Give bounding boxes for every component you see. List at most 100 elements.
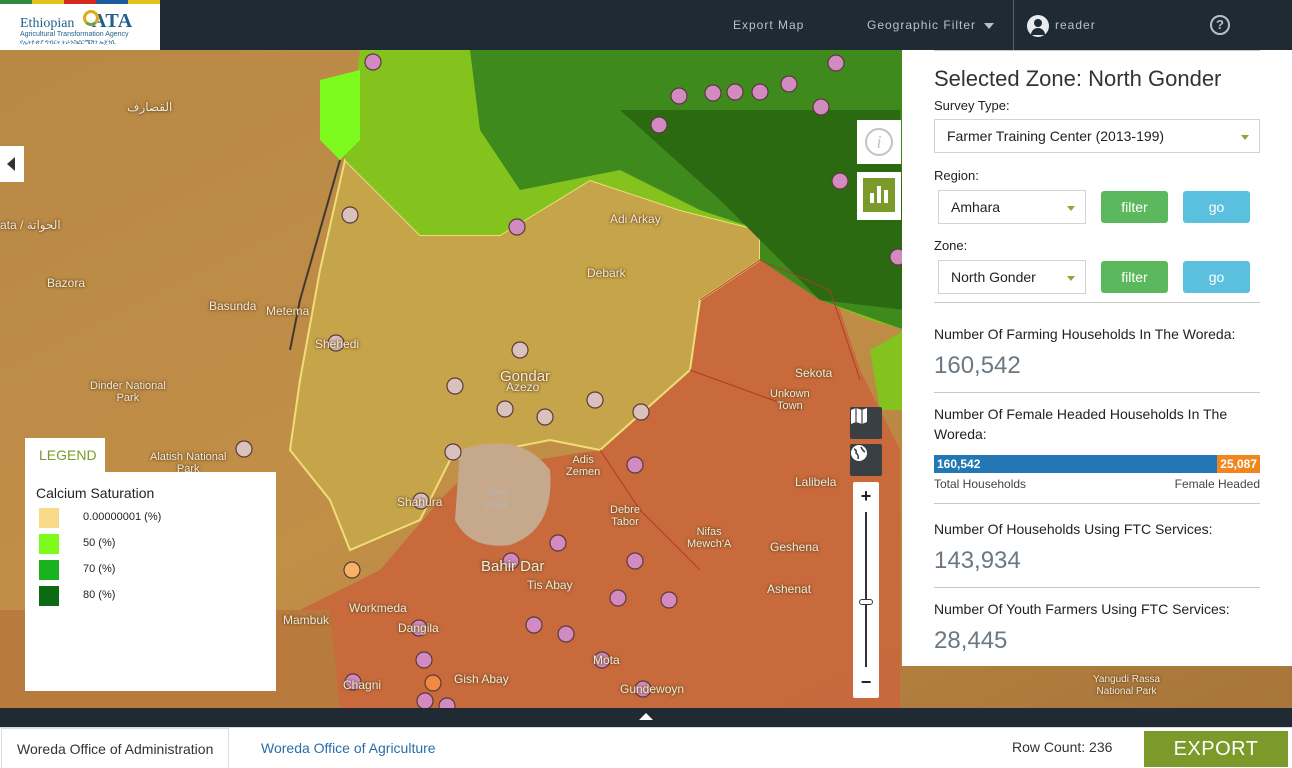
drawer-toggle-up-arrow-icon[interactable] xyxy=(0,708,1292,727)
legend-swatch xyxy=(39,586,59,606)
user-name: reader xyxy=(1055,18,1096,32)
farming-households-value: 160,542 xyxy=(934,352,1021,379)
basemap-button[interactable] xyxy=(850,444,882,476)
map-label-sekota: Sekota xyxy=(795,366,833,380)
divider xyxy=(934,392,1260,393)
user-menu[interactable]: reader xyxy=(1027,0,1096,50)
zoom-slider-track[interactable] xyxy=(865,512,867,667)
ftc-households-label: Number Of Households Using FTC Services: xyxy=(934,521,1213,537)
export-button[interactable]: EXPORT xyxy=(1144,731,1288,767)
map-label-chagni: Chagni xyxy=(343,678,382,692)
info-button[interactable]: i xyxy=(857,120,901,164)
region-select[interactable]: Amhara xyxy=(938,190,1086,224)
collapse-left-arrow-icon[interactable] xyxy=(0,146,24,182)
geographic-filter-dropdown[interactable]: Geographic Filter xyxy=(867,0,995,50)
survey-type-select[interactable]: Farmer Training Center (2013-199) xyxy=(934,119,1260,153)
households-bar: 160,542 25,087 xyxy=(934,455,1260,473)
map-label-lalibela: Lalibela xyxy=(795,475,837,489)
bottom-bar: Woreda Office of Administration Woreda O… xyxy=(0,727,1292,768)
chevron-down-icon xyxy=(1067,276,1075,281)
map-icon xyxy=(851,408,867,424)
map-label-tana-hayk: Tana Hayk xyxy=(485,487,508,511)
chart-button[interactable] xyxy=(857,172,901,220)
info-icon: i xyxy=(865,128,893,156)
map-label-mota: Mota xyxy=(593,653,620,667)
region-go-button[interactable]: go xyxy=(1183,191,1250,223)
map-label-workmeda: Workmeda xyxy=(349,601,407,615)
divider xyxy=(934,587,1260,588)
zone-label: Zone: xyxy=(934,238,968,253)
legend-panel: Calcium Saturation 0.00000001 (%) 50 (%)… xyxy=(25,472,276,691)
map-label-adis-zemen: Adis Zemen xyxy=(566,454,601,478)
ftc-households-value: 143,934 xyxy=(934,547,1021,574)
selected-zone-title: Selected Zone: North Gonder xyxy=(934,66,1222,91)
zoom-slider-handle[interactable] xyxy=(859,599,873,605)
map-label-basunda: Basunda xyxy=(209,299,257,313)
divider xyxy=(934,302,1260,303)
survey-type-label: Survey Type: xyxy=(934,98,1010,113)
zoom-in-button[interactable]: + xyxy=(853,486,879,508)
legend-label: 0.00000001 (%) xyxy=(83,511,162,523)
tab-woreda-agriculture[interactable]: Woreda Office of Agriculture xyxy=(246,728,451,768)
chevron-down-icon xyxy=(1241,135,1249,140)
map-label-gish-abay: Gish Abay xyxy=(454,672,509,686)
map-label-unkown-town: Unkown Town xyxy=(770,388,810,412)
map-label-hawata: ata / الحواتة xyxy=(0,218,61,232)
legend-label: 50 (%) xyxy=(83,537,116,549)
region-label: Region: xyxy=(934,168,979,183)
export-map-label: Export Map xyxy=(733,18,805,32)
region-value: Amhara xyxy=(951,199,1001,215)
divider xyxy=(934,50,1260,51)
map-layer-button[interactable] xyxy=(850,407,882,439)
region-filter-button[interactable]: filter xyxy=(1101,191,1168,223)
export-map-link[interactable]: Export Map xyxy=(733,0,804,50)
logo-emblem-icon xyxy=(83,10,99,26)
zone-value: North Gonder xyxy=(951,269,1036,285)
legend-swatch xyxy=(39,508,59,528)
map-label-debre-tabor: Debre Tabor xyxy=(610,504,640,528)
chevron-down-icon xyxy=(1067,206,1075,211)
zone-details-panel: Selected Zone: North Gonder Survey Type:… xyxy=(902,50,1292,666)
farming-households-label: Number Of Farming Households In The Wore… xyxy=(934,326,1236,342)
nav-divider xyxy=(1013,0,1014,50)
bar-total-caption: Total Households xyxy=(934,477,1027,491)
bar-chart-icon xyxy=(863,178,895,212)
zoom-out-button[interactable]: − xyxy=(853,672,879,694)
top-navbar: Ethiopian ATA Agricultural Transformatio… xyxy=(0,0,1292,50)
map-label-adi-arkay: Adi Arkay xyxy=(610,212,661,226)
ata-logo[interactable]: Ethiopian ATA Agricultural Transformatio… xyxy=(0,0,160,50)
zoom-control: + − xyxy=(853,482,879,698)
legend-title: Calcium Saturation xyxy=(36,485,155,501)
logo-text: Ethiopian ATA xyxy=(20,10,133,32)
map-label-mambuk: Mambuk xyxy=(283,613,330,627)
legend-swatch xyxy=(39,534,59,554)
youth-farmers-value: 28,445 xyxy=(934,627,1008,654)
app-root: Ethiopian ATA Agricultural Transformatio… xyxy=(0,0,1292,768)
map-label-shehedi: Shehedi xyxy=(315,337,360,351)
help-icon[interactable]: ? xyxy=(1210,15,1230,35)
map-label-dangila: Dangila xyxy=(398,621,439,635)
flag-stripes xyxy=(0,0,160,4)
survey-type-value: Farmer Training Center (2013-199) xyxy=(947,128,1165,144)
map-label-geshena: Geshena xyxy=(770,540,819,554)
map-label-metema: Metema xyxy=(266,304,310,318)
map-label-ashenat: Ashenat xyxy=(767,582,812,596)
legend-label: 70 (%) xyxy=(83,563,116,575)
legend-tab[interactable]: LEGEND xyxy=(25,438,105,472)
youth-farmers-label: Number Of Youth Farmers Using FTC Servic… xyxy=(934,601,1230,617)
bar-female-value: 25,087 xyxy=(1220,457,1257,471)
map-label-tis-abay: Tis Abay xyxy=(527,578,573,592)
map-label-yangudi: Yangudi Rassa National Park xyxy=(1093,674,1161,697)
legend-label: 80 (%) xyxy=(83,589,116,601)
map-label-bahir-dar: Bahir Dar xyxy=(481,558,545,575)
map-label-shahura: Shahura xyxy=(397,495,443,509)
map-label-gundewoyn: Gundewoyn xyxy=(620,682,685,696)
zone-filter-button[interactable]: filter xyxy=(1101,261,1168,293)
female-headed-label: Number Of Female Headed Households In Th… xyxy=(934,406,1228,442)
user-avatar-icon xyxy=(1027,14,1049,37)
geographic-filter-label: Geographic Filter xyxy=(867,18,977,32)
row-count: Row Count: 236 xyxy=(1012,739,1113,755)
zone-go-button[interactable]: go xyxy=(1183,261,1250,293)
tab-woreda-administration[interactable]: Woreda Office of Administration xyxy=(1,728,230,768)
zone-select[interactable]: North Gonder xyxy=(938,260,1086,294)
